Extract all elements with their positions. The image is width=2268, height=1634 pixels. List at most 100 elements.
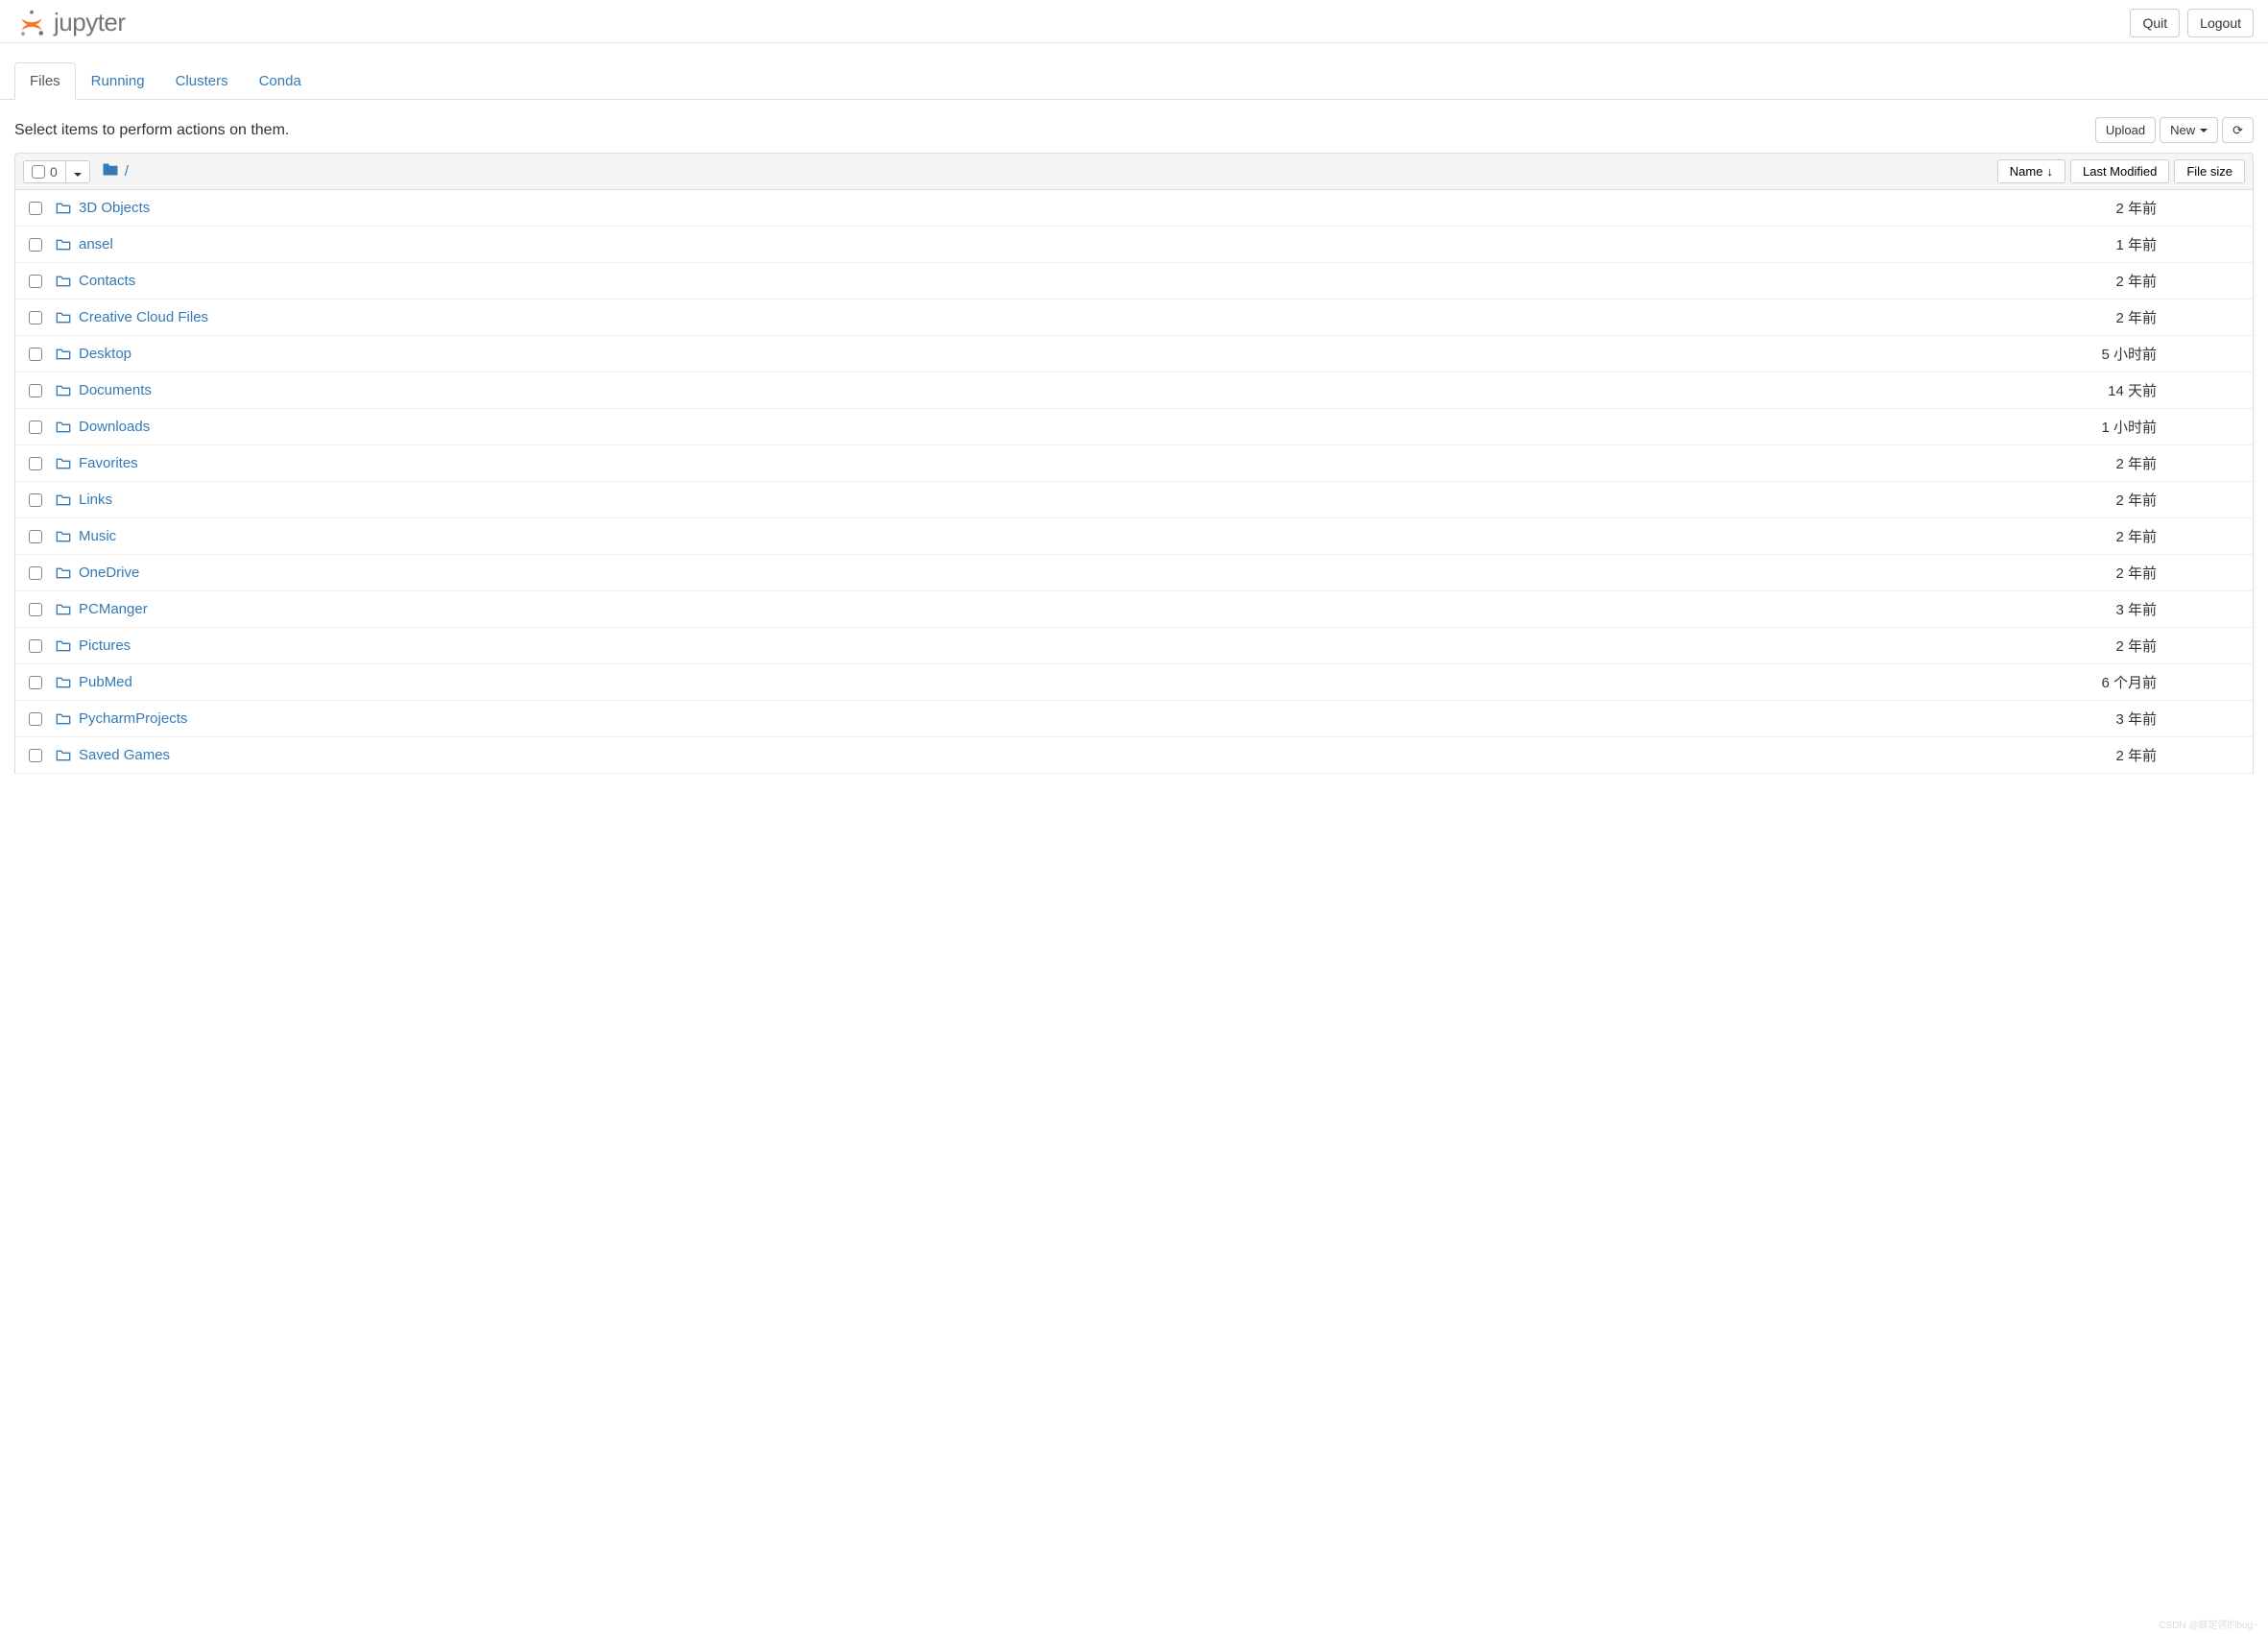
item-name-link[interactable]: Saved Games: [79, 747, 170, 763]
item-name-link[interactable]: Creative Cloud Files: [79, 309, 208, 325]
item-checkbox[interactable]: [29, 457, 42, 470]
list-item: PCManger 3 年前: [15, 591, 2253, 628]
refresh-button[interactable]: ⟳: [2222, 117, 2254, 143]
item-modified: 2 年前: [2051, 745, 2157, 765]
item-checkbox[interactable]: [29, 530, 42, 543]
header-buttons: Quit Logout: [2130, 9, 2254, 37]
item-checkbox[interactable]: [29, 712, 42, 726]
jupyter-logo[interactable]: jupyter: [14, 8, 126, 37]
item-modified: 1 小时前: [2051, 417, 2157, 437]
item-checkbox[interactable]: [29, 639, 42, 653]
quit-button[interactable]: Quit: [2130, 9, 2180, 37]
list-item: Links2 年前: [15, 482, 2253, 518]
select-all-control[interactable]: 0: [23, 160, 90, 183]
list-item: Creative Cloud Files 2 年前: [15, 300, 2253, 336]
upload-button[interactable]: Upload: [2095, 117, 2156, 143]
folder-icon: [56, 384, 71, 397]
list-item: Documents14 天前: [15, 372, 2253, 409]
item-name-link[interactable]: PubMed: [79, 674, 132, 690]
new-button[interactable]: New: [2160, 117, 2218, 143]
arrow-down-icon: ↓: [2046, 164, 2053, 179]
item-name-link[interactable]: OneDrive: [79, 565, 139, 581]
sort-modified-button[interactable]: Last Modified: [2070, 159, 2169, 183]
item-checkbox[interactable]: [29, 749, 42, 762]
item-modified: 3 年前: [2051, 709, 2157, 729]
sort-size-button[interactable]: File size: [2174, 159, 2245, 183]
item-name-link[interactable]: 3D Objects: [79, 200, 150, 216]
name-col-label: Name: [2010, 164, 2043, 179]
item-modified: 2 年前: [2051, 526, 2157, 546]
logout-button[interactable]: Logout: [2187, 9, 2254, 37]
list-item: Contacts 2 年前: [15, 263, 2253, 300]
folder-icon: [56, 421, 71, 434]
item-name-link[interactable]: Links: [79, 492, 112, 508]
item-modified: 2 年前: [2051, 271, 2157, 291]
list-item: Music 2 年前: [15, 518, 2253, 555]
select-dropdown[interactable]: [66, 161, 89, 182]
item-modified: 6 个月前: [2051, 672, 2157, 692]
header: jupyter Quit Logout: [0, 0, 2268, 43]
folder-icon: [56, 238, 71, 252]
select-all-checkbox[interactable]: [32, 165, 45, 179]
item-name-link[interactable]: Music: [79, 528, 116, 544]
item-name-link[interactable]: Documents: [79, 382, 152, 398]
item-name-link[interactable]: Downloads: [79, 419, 150, 435]
item-checkbox[interactable]: [29, 603, 42, 616]
sort-name-button[interactable]: Name ↓: [1997, 159, 2065, 183]
toolbar-prompt: Select items to perform actions on them.: [14, 122, 289, 139]
list-item: Favorites2 年前: [15, 445, 2253, 482]
list-item: Pictures2 年前: [15, 628, 2253, 664]
item-checkbox[interactable]: [29, 202, 42, 215]
tabs: Files Running Clusters Conda: [0, 62, 2268, 100]
item-name-link[interactable]: Desktop: [79, 346, 131, 362]
list-item: Downloads 1 小时前: [15, 409, 2253, 445]
folder-icon: [56, 530, 71, 543]
folder-icon: [56, 202, 71, 215]
folder-icon: [56, 603, 71, 616]
chevron-down-icon: [2200, 129, 2208, 132]
tab-clusters[interactable]: Clusters: [160, 62, 244, 100]
item-name-link[interactable]: Contacts: [79, 273, 135, 289]
item-modified: 2 年前: [2051, 307, 2157, 327]
folder-icon: [56, 749, 71, 762]
item-checkbox[interactable]: [29, 348, 42, 361]
item-checkbox[interactable]: [29, 421, 42, 434]
item-checkbox[interactable]: [29, 238, 42, 252]
folder-icon: [56, 676, 71, 689]
item-checkbox[interactable]: [29, 676, 42, 689]
list-item: 3D Objects 2 年前: [15, 190, 2253, 227]
breadcrumb-root: /: [125, 163, 129, 180]
item-checkbox[interactable]: [29, 493, 42, 507]
folder-icon: [56, 348, 71, 361]
breadcrumb[interactable]: /: [102, 162, 129, 180]
item-name-link[interactable]: Favorites: [79, 455, 138, 471]
item-modified: 1 年前: [2051, 234, 2157, 254]
item-modified: 3 年前: [2051, 599, 2157, 619]
item-name-link[interactable]: PCManger: [79, 601, 148, 617]
item-name-link[interactable]: PycharmProjects: [79, 710, 187, 727]
modified-col-label: Last Modified: [2083, 164, 2157, 179]
item-modified: 2 年前: [2051, 563, 2157, 583]
folder-icon: [56, 566, 71, 580]
item-name-link[interactable]: ansel: [79, 236, 113, 252]
chevron-down-icon: [74, 173, 82, 177]
tab-conda[interactable]: Conda: [244, 62, 317, 100]
item-modified: 2 年前: [2051, 198, 2157, 218]
item-checkbox[interactable]: [29, 566, 42, 580]
item-name-link[interactable]: Pictures: [79, 637, 131, 654]
logo-text: jupyter: [54, 8, 126, 37]
folder-icon: [102, 162, 119, 180]
list-body: 3D Objects2 年前ansel1 年前Contacts2 年前Creat…: [14, 190, 2254, 774]
select-count[interactable]: 0: [24, 161, 66, 182]
item-checkbox[interactable]: [29, 384, 42, 397]
size-col-label: File size: [2186, 164, 2232, 179]
item-checkbox[interactable]: [29, 275, 42, 288]
list-item: OneDrive 2 年前: [15, 555, 2253, 591]
list-item: Desktop 5 小时前: [15, 336, 2253, 372]
tab-running[interactable]: Running: [76, 62, 160, 100]
tab-files[interactable]: Files: [14, 62, 76, 100]
folder-icon: [56, 311, 71, 324]
item-modified: 5 小时前: [2051, 344, 2157, 364]
item-checkbox[interactable]: [29, 311, 42, 324]
folder-icon: [56, 493, 71, 507]
